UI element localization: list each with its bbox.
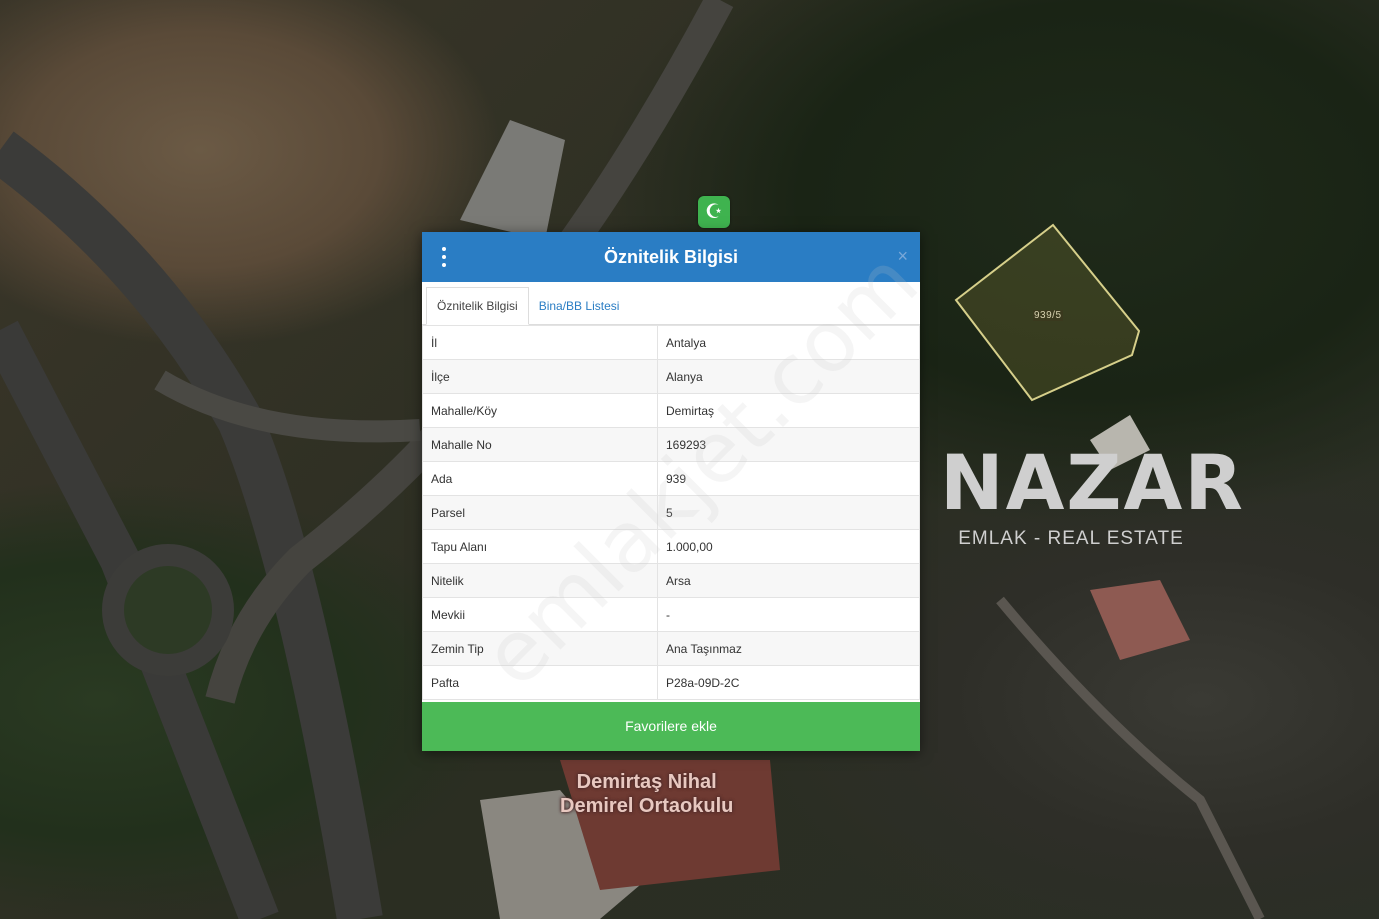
parcel-label: 939/5 <box>1033 310 1063 321</box>
row-value: - <box>657 597 920 632</box>
building-right2 <box>1090 580 1190 660</box>
tab-building-list[interactable]: Bina/BB Listesi <box>529 288 630 324</box>
mosque-icon[interactable]: ☪ <box>698 196 730 228</box>
dialog-tabs: Öznitelik Bilgisi Bina/BB Listesi <box>422 282 920 325</box>
row-key: Pafta <box>422 665 658 700</box>
table-row: Parsel 5 <box>422 495 920 530</box>
school-label-line1: Demirtaş Nihal <box>576 771 717 793</box>
table-row: Pafta P28a-09D-2C <box>422 665 920 700</box>
school-label-line2: Demirel Ortaokulu <box>560 795 734 817</box>
table-row: Mevkii - <box>422 597 920 632</box>
tab-attribute-info[interactable]: Öznitelik Bilgisi <box>426 287 529 325</box>
row-value: 939 <box>657 461 920 496</box>
vertical-dots-menu-icon[interactable] <box>440 247 448 267</box>
row-value: Arsa <box>657 563 920 598</box>
dialog-header: Öznitelik Bilgisi × <box>422 232 920 282</box>
row-value: Antalya <box>657 325 920 360</box>
road-highway <box>0 131 383 919</box>
table-row: Ada 939 <box>422 461 920 496</box>
brand-logo: NAZAR EMLAK - REAL ESTATE <box>940 438 1245 550</box>
row-value: 169293 <box>657 427 920 462</box>
table-row: Mahalle/Köy Demirtaş <box>422 393 920 428</box>
table-row: Mahalle No 169293 <box>422 427 920 462</box>
add-to-favorites-button[interactable]: Favorilere ekle <box>422 702 920 751</box>
school-label: Demirtaş Nihal Demirel Ortaokulu <box>560 770 733 818</box>
row-key: Nitelik <box>422 563 658 598</box>
attribute-table: İl Antalya İlçe Alanya Mahalle/Köy Demirtaş… <box>422 325 920 700</box>
row-key: Mahalle No <box>422 427 658 462</box>
table-row: İl Antalya <box>422 325 920 360</box>
close-icon[interactable]: × <box>897 246 908 267</box>
row-key: Mevkii <box>422 597 658 632</box>
row-value: Demirtaş <box>657 393 920 428</box>
row-value: 1.000,00 <box>657 529 920 564</box>
row-value: P28a-09D-2C <box>657 665 920 700</box>
row-key: Ada <box>422 461 658 496</box>
row-value: Alanya <box>657 359 920 394</box>
table-row: Zemin Tip Ana Taşınmaz <box>422 631 920 666</box>
table-row: Tapu Alanı 1.000,00 <box>422 529 920 564</box>
row-key: İlçe <box>422 359 658 394</box>
row-key: Zemin Tip <box>422 631 658 666</box>
building-top <box>460 120 565 240</box>
row-key: Tapu Alanı <box>422 529 658 564</box>
dialog-title: Öznitelik Bilgisi <box>603 246 739 267</box>
roundabout <box>102 544 234 676</box>
row-value: Ana Taşınmaz <box>657 631 920 666</box>
row-key: İl <box>422 325 658 360</box>
row-key: Parsel <box>422 495 658 530</box>
table-row: Nitelik Arsa <box>422 563 920 598</box>
brand-name: NAZAR <box>940 438 1245 527</box>
row-key: Mahalle/Köy <box>422 393 658 428</box>
brand-subtitle: EMLAK - REAL ESTATE <box>958 528 1184 549</box>
table-row: İlçe Alanya <box>422 359 920 394</box>
row-value: 5 <box>657 495 920 530</box>
attribute-info-dialog: Öznitelik Bilgisi × Öznitelik Bilgisi Bi… <box>422 232 920 751</box>
